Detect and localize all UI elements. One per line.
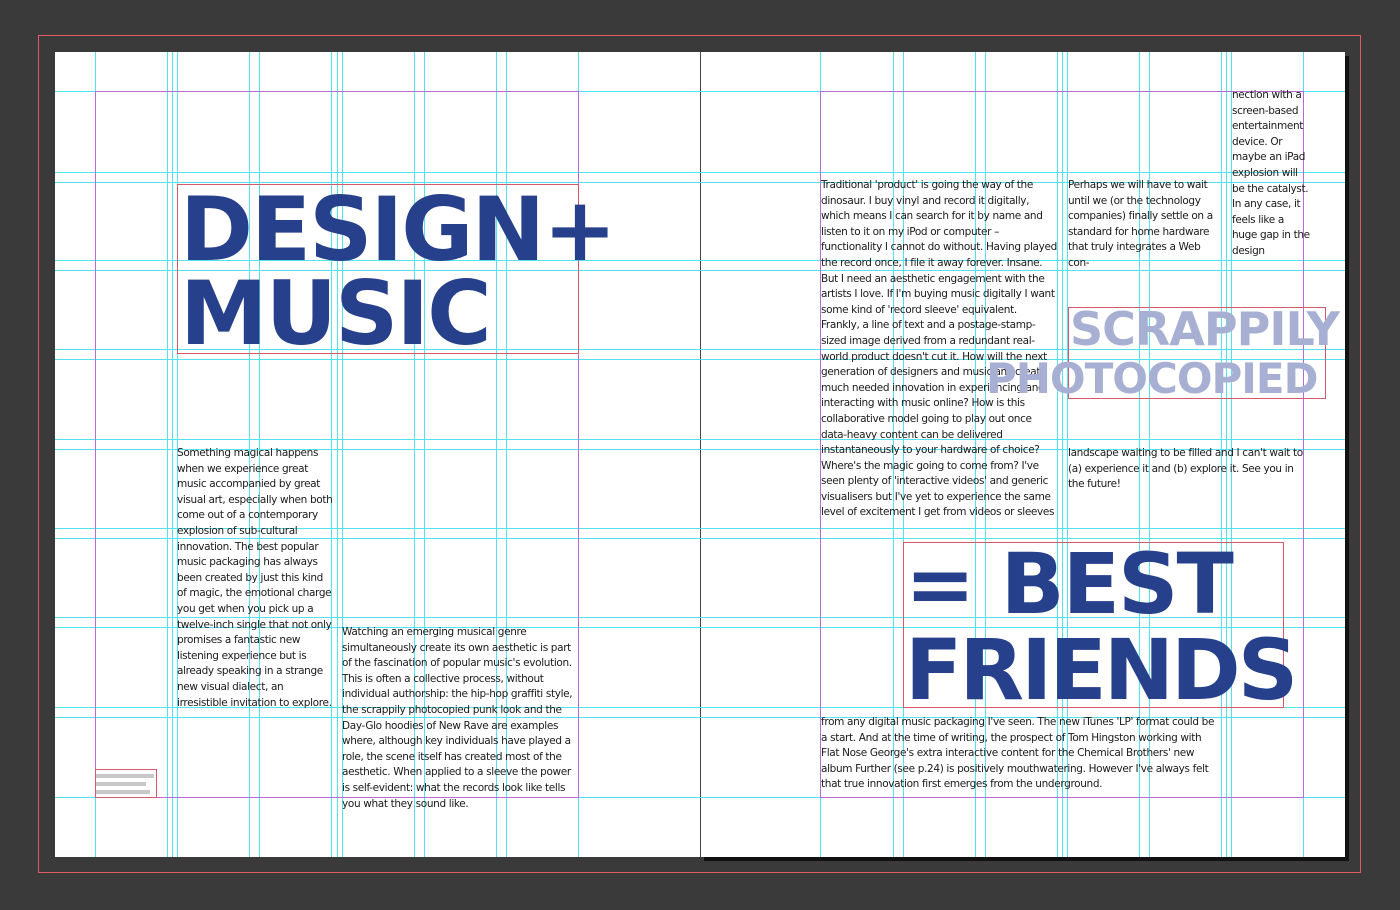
pull-quote-scrappily: SCRAPPILY	[1070, 302, 1340, 356]
folio-placeholder	[96, 774, 154, 778]
folio-placeholder	[96, 790, 150, 794]
folio-placeholder	[96, 782, 146, 786]
headline-friends: FRIENDS	[905, 621, 1298, 719]
right-continuation-text[interactable]: landscape waiting to be filled and I can…	[1068, 446, 1308, 493]
left-column-1-text[interactable]: Something magical happens when we experi…	[177, 446, 335, 711]
right-column-2-text[interactable]: Perhaps we will have to wait until we (o…	[1068, 178, 1224, 272]
right-bottom-text[interactable]: from any digital music packaging I've se…	[821, 715, 1221, 793]
right-column-3-text[interactable]: nection with a screen-based entertainmen…	[1232, 88, 1310, 260]
left-column-2-text[interactable]: Watching an emerging musical genre simul…	[342, 625, 580, 812]
headline-music: MUSIC	[180, 262, 492, 365]
pull-quote-photocopied: PHOTOCOPIED	[986, 354, 1318, 403]
headline-design: DESIGN+	[180, 178, 617, 281]
right-column-1-text[interactable]: Traditional 'product' is going the way o…	[821, 178, 1057, 521]
headline-best: = BEST	[905, 535, 1234, 633]
